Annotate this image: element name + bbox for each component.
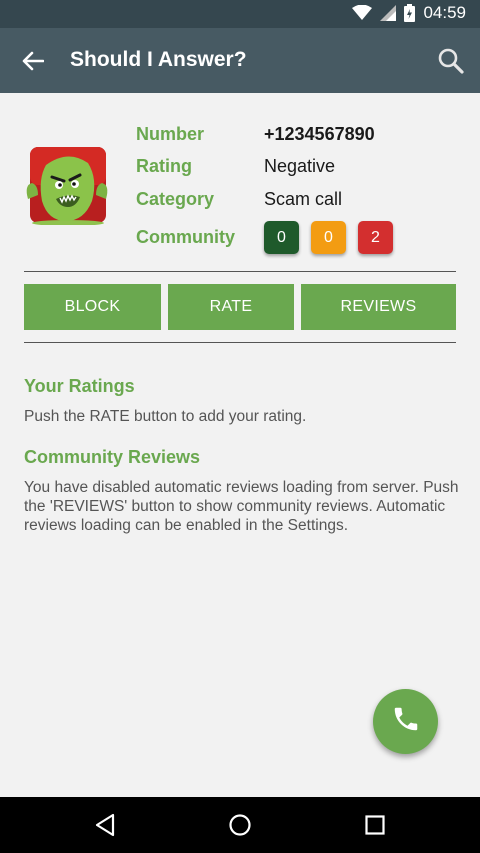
nav-home-icon[interactable] — [225, 811, 255, 839]
status-time: 04:59 — [423, 3, 466, 22]
nav-back-icon[interactable] — [90, 811, 120, 839]
neutral-count-badge: 0 — [311, 221, 346, 254]
rating-value: Negative — [264, 155, 336, 176]
rate-button[interactable]: RATE — [168, 284, 294, 330]
top-divider — [24, 271, 456, 272]
phone-icon — [391, 704, 421, 739]
rating-row: Rating Negative — [136, 153, 335, 179]
reviews-button[interactable]: REVIEWS — [301, 284, 456, 330]
category-label: Category — [136, 188, 215, 209]
app-toolbar: Should I Answer? — [0, 28, 480, 93]
nav-recents-icon[interactable] — [360, 811, 390, 839]
community-reviews-text: You have disabled automatic reviews load… — [24, 479, 459, 534]
search-icon[interactable] — [434, 44, 468, 78]
page-title: Should I Answer? — [70, 48, 247, 71]
community-row: Community 0 0 2 — [136, 221, 393, 254]
your-ratings-text: Push the RATE button to add your rating. — [24, 408, 307, 425]
main-content: Number +1234567890 Rating Negative Categ… — [0, 93, 480, 797]
bottom-divider — [24, 342, 456, 343]
category-value: Scam call — [264, 188, 343, 209]
category-row: Category Scam call — [136, 186, 342, 212]
caller-avatar-icon — [22, 145, 112, 226]
community-reviews-title: Community Reviews — [24, 447, 201, 467]
community-label: Community — [136, 227, 235, 247]
battery-icon — [404, 4, 416, 22]
community-badges: 0 0 2 — [264, 221, 393, 254]
call-fab-button[interactable] — [373, 689, 438, 754]
status-bar: 04:59 — [0, 0, 480, 28]
number-label: Number — [136, 123, 205, 144]
rating-label: Rating — [136, 155, 192, 176]
block-button[interactable]: BLOCK — [24, 284, 161, 330]
system-nav-bar — [0, 797, 480, 853]
wifi-icon — [352, 5, 373, 21]
number-value: +1234567890 — [264, 123, 375, 144]
negative-count-badge: 2 — [358, 221, 393, 254]
arrow-back-icon[interactable] — [16, 44, 50, 78]
positive-count-badge: 0 — [264, 221, 299, 254]
number-row: Number +1234567890 — [136, 121, 375, 147]
your-ratings-title: Your Ratings — [24, 376, 135, 396]
signal-icon — [380, 5, 397, 21]
